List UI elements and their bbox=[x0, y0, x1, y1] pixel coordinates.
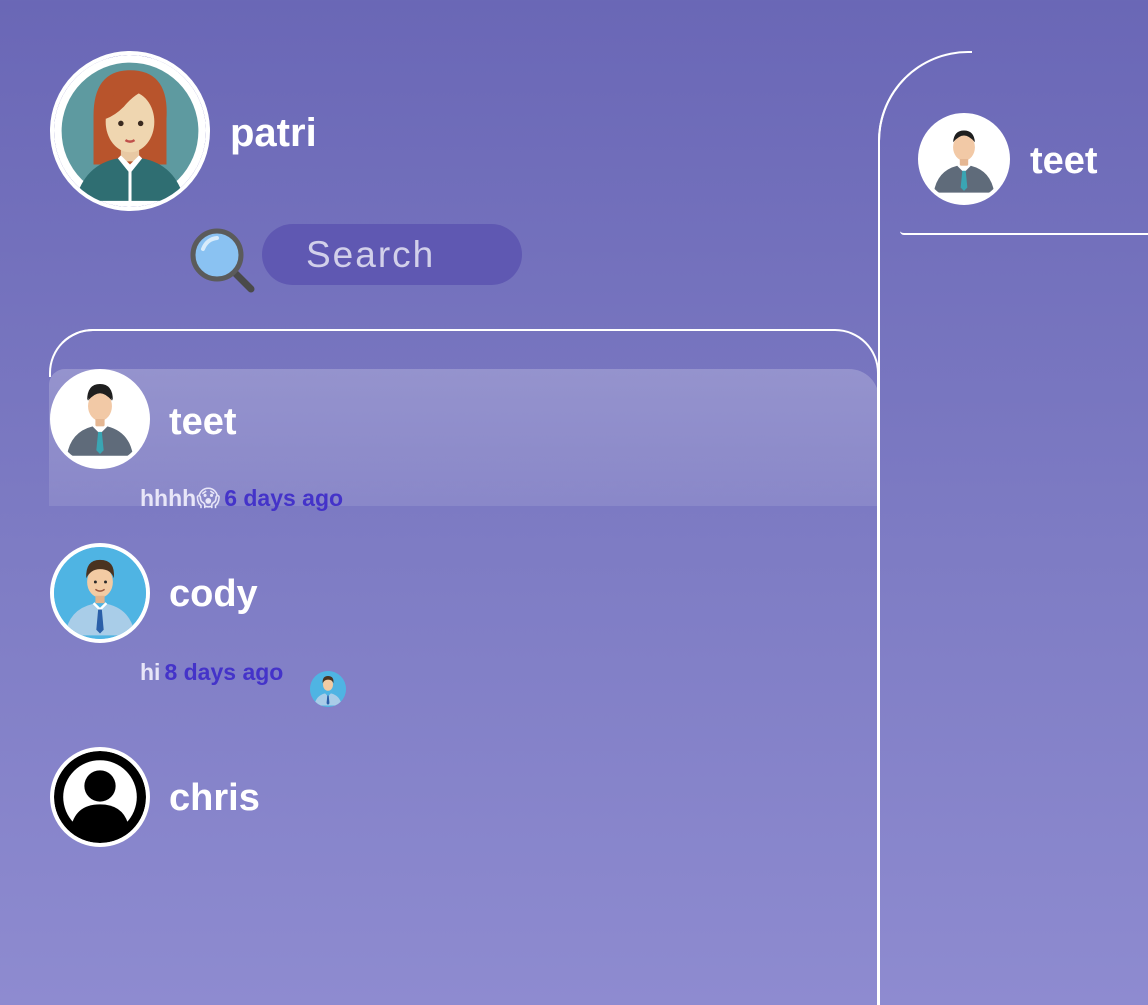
search-icon[interactable] bbox=[187, 225, 257, 295]
conversation-preview: hi 8 days ago bbox=[140, 659, 283, 686]
message-time: 6 days ago bbox=[224, 485, 344, 511]
last-message: hi bbox=[140, 659, 161, 685]
avatar bbox=[50, 543, 150, 643]
search-input[interactable] bbox=[262, 224, 522, 285]
current-user-avatar[interactable] bbox=[50, 51, 210, 211]
chat-contact-name: teet bbox=[1030, 140, 1098, 182]
man-suit-avatar-icon bbox=[54, 373, 146, 465]
man-suit-avatar-icon bbox=[922, 117, 1006, 201]
message-time: 8 days ago bbox=[164, 659, 284, 685]
conversation-name: cody bbox=[169, 573, 258, 615]
avatar bbox=[50, 369, 150, 469]
conversation-name: teet bbox=[169, 401, 237, 443]
avatar bbox=[50, 747, 150, 847]
chat-header-divider bbox=[900, 231, 1148, 235]
chat-panel bbox=[878, 51, 1148, 1005]
man-blue-avatar-icon bbox=[54, 547, 146, 639]
last-message: hhhh😱 bbox=[140, 485, 221, 511]
man-blue-avatar-icon bbox=[310, 671, 346, 707]
current-user-name: patri bbox=[230, 111, 317, 155]
chat-contact-avatar[interactable] bbox=[918, 113, 1010, 205]
woman-avatar-icon bbox=[54, 55, 206, 207]
conversation-item-cody[interactable]: cody hi 8 days ago bbox=[49, 543, 879, 713]
default-user-avatar-icon bbox=[54, 751, 146, 843]
conversation-name: chris bbox=[169, 777, 260, 819]
conversation-item-teet[interactable]: teet hhhh😱 6 days ago bbox=[49, 369, 879, 511]
seen-by-avatar bbox=[310, 671, 346, 707]
conversation-preview: hhhh😱 6 days ago bbox=[140, 485, 343, 512]
conversation-item-chris[interactable]: chris bbox=[49, 747, 879, 847]
